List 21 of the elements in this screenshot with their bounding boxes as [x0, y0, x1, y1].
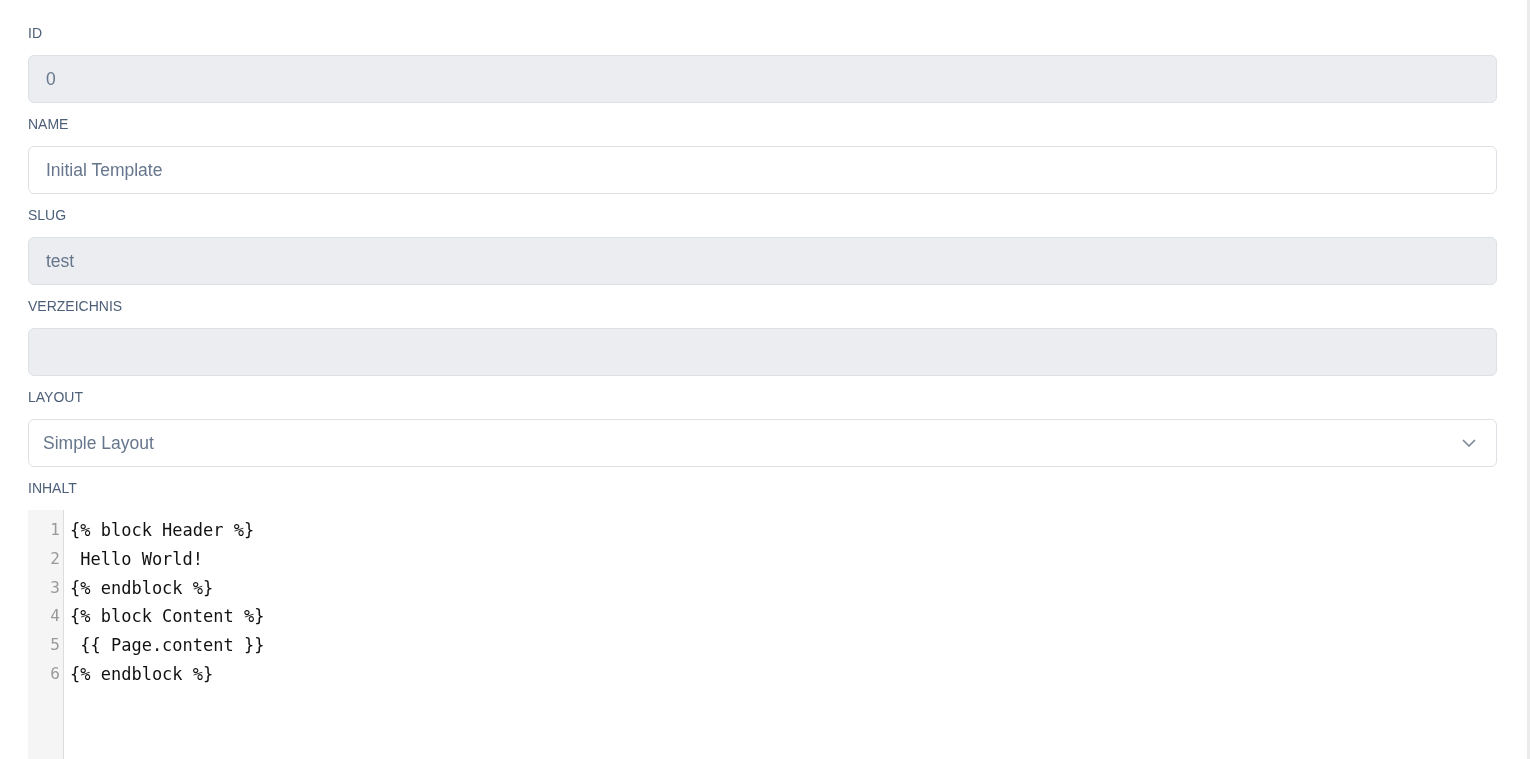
code-line: {% block Header %}: [70, 519, 255, 542]
code-line: {% endblock %}: [70, 663, 214, 686]
field-label: SLUG: [28, 206, 67, 225]
code-line: {% block Content %}: [70, 605, 265, 629]
text-field[interactable]: Initial Template: [28, 146, 1497, 194]
field-label: NAME: [28, 115, 69, 134]
code-line: {{ Page.content }}: [79, 634, 265, 658]
line-number: 6: [49, 663, 61, 685]
line-number: 3: [49, 576, 61, 599]
code-line: {% endblock %}: [70, 576, 214, 600]
line-number: 1: [49, 519, 61, 541]
dropdown[interactable]: Simple Layout: [28, 419, 1497, 467]
line-number: 5: [49, 634, 61, 657]
field-label: LAYOUT: [28, 388, 83, 407]
field-label: INHALT: [28, 479, 77, 498]
field-label: VERZEICHNIS: [28, 297, 123, 316]
line-number: 4: [49, 605, 61, 628]
line-number: 2: [49, 547, 61, 570]
chevron-down-icon: [1462, 439, 1476, 447]
field-label: ID: [28, 24, 42, 43]
code-line: Hello World!: [79, 547, 204, 571]
